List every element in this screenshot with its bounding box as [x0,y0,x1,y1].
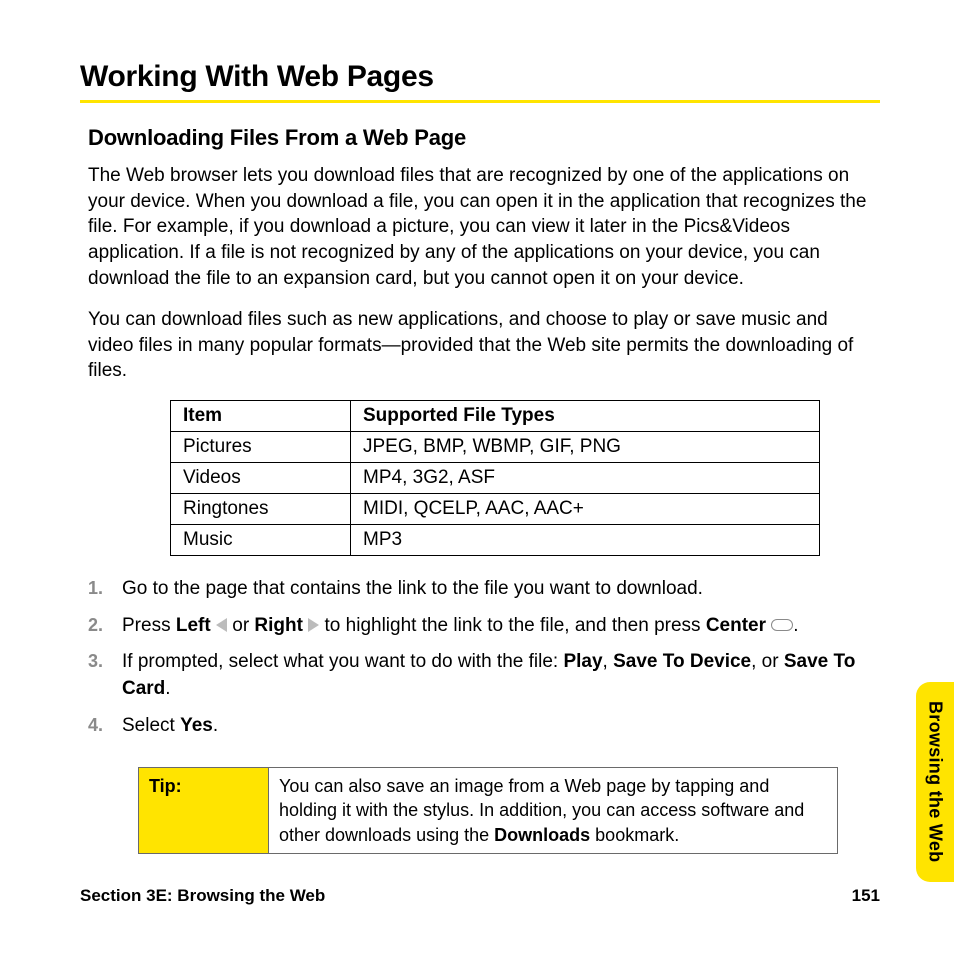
footer-section: Section 3E: Browsing the Web [80,886,325,905]
step-2: Press Left or Right to highlight the lin… [88,613,880,650]
table-row: Ringtones MIDI, QCELP, AAC, AAC+ [171,494,820,525]
footer-page-number: 151 [852,886,880,906]
text: , [603,651,614,672]
table-cell: Videos [171,463,351,494]
table-cell: MIDI, QCELP, AAC, AAC+ [351,494,820,525]
table-header-item: Item [171,401,351,432]
step-3: If prompted, select what you want to do … [88,649,880,712]
left-arrow-icon [216,618,227,632]
tip-body: You can also save an image from a Web pa… [269,768,838,854]
table-cell: MP3 [351,525,820,556]
table-header-types: Supported File Types [351,401,820,432]
key-right: Right [254,615,303,636]
paragraph-1: The Web browser lets you download files … [88,163,878,291]
text: If prompted, select what you want to do … [122,651,563,672]
key-left: Left [176,615,211,636]
subheading: Downloading Files From a Web Page [88,125,880,151]
center-button-icon [771,619,793,631]
side-tab-label: Browsing the Web [925,701,946,862]
table-header-row: Item Supported File Types [171,401,820,432]
text: . [165,678,170,699]
right-arrow-icon [308,618,319,632]
option-save-device: Save To Device [613,651,751,672]
table-cell: JPEG, BMP, WBMP, GIF, PNG [351,432,820,463]
text: to highlight the link to the file, and t… [319,615,706,636]
table-cell: Music [171,525,351,556]
page-content: Working With Web Pages Downloading Files… [80,60,880,854]
table-cell: Ringtones [171,494,351,525]
tip-box: Tip: You can also save an image from a W… [138,767,838,854]
text: . [793,615,798,636]
text: Select [122,715,180,736]
tip-bookmark-name: Downloads [494,825,590,845]
step-4: Select Yes. [88,713,880,750]
title-rule [80,100,880,103]
table-row: Videos MP4, 3G2, ASF [171,463,820,494]
table-cell: MP4, 3G2, ASF [351,463,820,494]
table-cell: Pictures [171,432,351,463]
text: bookmark. [590,825,679,845]
page-title: Working With Web Pages [80,60,880,94]
page-footer: Section 3E: Browsing the Web 151 [80,886,880,906]
text: or [227,615,254,636]
tip-label: Tip: [139,768,269,854]
side-tab: Browsing the Web [916,682,954,882]
file-types-table: Item Supported File Types Pictures JPEG,… [170,400,820,556]
key-center: Center [706,615,766,636]
step-1: Go to the page that contains the link to… [88,576,880,613]
text: , or [751,651,784,672]
option-yes: Yes [180,715,213,736]
option-play: Play [563,651,602,672]
paragraph-2: You can download files such as new appli… [88,307,878,384]
steps-list: Go to the page that contains the link to… [88,576,880,749]
table-row: Pictures JPEG, BMP, WBMP, GIF, PNG [171,432,820,463]
text: . [213,715,218,736]
table-row: Music MP3 [171,525,820,556]
text: Press [122,615,176,636]
